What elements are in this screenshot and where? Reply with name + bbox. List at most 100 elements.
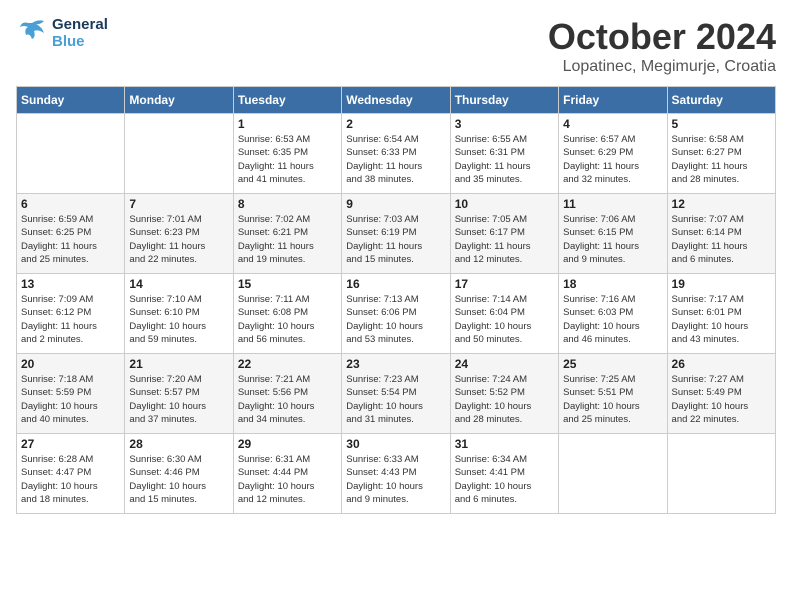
logo-text: General Blue [52, 16, 108, 50]
day-info: Sunrise: 7:03 AM Sunset: 6:19 PM Dayligh… [346, 213, 445, 266]
day-info: Sunrise: 7:14 AM Sunset: 6:04 PM Dayligh… [455, 293, 554, 346]
day-info: Sunrise: 7:13 AM Sunset: 6:06 PM Dayligh… [346, 293, 445, 346]
day-info: Sunrise: 6:55 AM Sunset: 6:31 PM Dayligh… [455, 133, 554, 186]
day-number: 3 [455, 117, 554, 131]
calendar-cell: 13 Sunrise: 7:09 AM Sunset: 6:12 PM Dayli… [17, 274, 125, 354]
weekday-header-saturday: Saturday [667, 87, 775, 114]
day-info: Sunrise: 7:25 AM Sunset: 5:51 PM Dayligh… [563, 373, 662, 426]
day-info: Sunrise: 7:11 AM Sunset: 6:08 PM Dayligh… [238, 293, 337, 346]
day-number: 30 [346, 437, 445, 451]
day-number: 4 [563, 117, 662, 131]
day-number: 14 [129, 277, 228, 291]
calendar-cell: 29 Sunrise: 6:31 AM Sunset: 4:44 PM Dayli… [233, 434, 341, 514]
weekday-header-friday: Friday [559, 87, 667, 114]
day-info: Sunrise: 6:57 AM Sunset: 6:29 PM Dayligh… [563, 133, 662, 186]
day-info: Sunrise: 7:23 AM Sunset: 5:54 PM Dayligh… [346, 373, 445, 426]
day-number: 1 [238, 117, 337, 131]
calendar-cell: 17Sunrise: 7:14 AM Sunset: 6:04 PM Dayli… [450, 274, 558, 354]
day-number: 13 [21, 277, 120, 291]
calendar-cell: 4 Sunrise: 6:57 AM Sunset: 6:29 PM Daylig… [559, 114, 667, 194]
calendar-cell: 2 Sunrise: 6:54 AM Sunset: 6:33 PM Daylig… [342, 114, 450, 194]
day-info: Sunrise: 7:18 AM Sunset: 5:59 PM Dayligh… [21, 373, 120, 426]
day-number: 10 [455, 197, 554, 211]
calendar-table: SundayMondayTuesdayWednesdayThursdayFrid… [16, 86, 776, 514]
calendar-cell: 24 Sunrise: 7:24 AM Sunset: 5:52 PM Dayli… [450, 354, 558, 434]
calendar-cell: 27 Sunrise: 6:28 AM Sunset: 4:47 PM Dayli… [17, 434, 125, 514]
calendar-cell [125, 114, 233, 194]
calendar-cell [667, 434, 775, 514]
location-title: Lopatinec, Megimurje, Croatia [548, 58, 776, 76]
day-number: 16 [346, 277, 445, 291]
calendar-cell: 5 Sunrise: 6:58 AM Sunset: 6:27 PM Daylig… [667, 114, 775, 194]
day-number: 24 [455, 357, 554, 371]
calendar-cell: 6 Sunrise: 6:59 AM Sunset: 6:25 PM Daylig… [17, 194, 125, 274]
day-number: 25 [563, 357, 662, 371]
day-info: Sunrise: 7:01 AM Sunset: 6:23 PM Dayligh… [129, 213, 228, 266]
day-number: 23 [346, 357, 445, 371]
day-number: 2 [346, 117, 445, 131]
calendar-cell: 25 Sunrise: 7:25 AM Sunset: 5:51 PM Dayli… [559, 354, 667, 434]
day-info: Sunrise: 7:20 AM Sunset: 5:57 PM Dayligh… [129, 373, 228, 426]
day-info: Sunrise: 6:30 AM Sunset: 4:46 PM Dayligh… [129, 453, 228, 506]
calendar-week-row: 13 Sunrise: 7:09 AM Sunset: 6:12 PM Dayli… [17, 274, 776, 354]
calendar-cell: 14Sunrise: 7:10 AM Sunset: 6:10 PM Dayli… [125, 274, 233, 354]
month-title: October 2024 [548, 16, 776, 58]
calendar-cell: 12 Sunrise: 7:07 AM Sunset: 6:14 PM Dayli… [667, 194, 775, 274]
calendar-cell: 23 Sunrise: 7:23 AM Sunset: 5:54 PM Dayli… [342, 354, 450, 434]
day-number: 20 [21, 357, 120, 371]
day-info: Sunrise: 7:02 AM Sunset: 6:21 PM Dayligh… [238, 213, 337, 266]
calendar-cell: 9Sunrise: 7:03 AM Sunset: 6:19 PM Daylig… [342, 194, 450, 274]
day-info: Sunrise: 6:31 AM Sunset: 4:44 PM Dayligh… [238, 453, 337, 506]
day-number: 28 [129, 437, 228, 451]
day-number: 21 [129, 357, 228, 371]
calendar-cell: 22 Sunrise: 7:21 AM Sunset: 5:56 PM Dayli… [233, 354, 341, 434]
calendar-week-row: 20 Sunrise: 7:18 AM Sunset: 5:59 PM Dayli… [17, 354, 776, 434]
day-info: Sunrise: 7:16 AM Sunset: 6:03 PM Dayligh… [563, 293, 662, 346]
calendar-cell [17, 114, 125, 194]
day-number: 8 [238, 197, 337, 211]
day-number: 6 [21, 197, 120, 211]
day-info: Sunrise: 6:33 AM Sunset: 4:43 PM Dayligh… [346, 453, 445, 506]
day-info: Sunrise: 7:21 AM Sunset: 5:56 PM Dayligh… [238, 373, 337, 426]
day-number: 29 [238, 437, 337, 451]
title-block: October 2024 Lopatinec, Megimurje, Croat… [548, 16, 776, 76]
calendar-cell: 28 Sunrise: 6:30 AM Sunset: 4:46 PM Dayli… [125, 434, 233, 514]
day-info: Sunrise: 6:59 AM Sunset: 6:25 PM Dayligh… [21, 213, 120, 266]
weekday-header-monday: Monday [125, 87, 233, 114]
day-info: Sunrise: 7:05 AM Sunset: 6:17 PM Dayligh… [455, 213, 554, 266]
calendar-cell: 19Sunrise: 7:17 AM Sunset: 6:01 PM Dayli… [667, 274, 775, 354]
day-info: Sunrise: 7:09 AM Sunset: 6:12 PM Dayligh… [21, 293, 120, 346]
day-number: 5 [672, 117, 771, 131]
calendar-cell: 30 Sunrise: 6:33 AM Sunset: 4:43 PM Dayli… [342, 434, 450, 514]
day-number: 15 [238, 277, 337, 291]
day-info: Sunrise: 6:28 AM Sunset: 4:47 PM Dayligh… [21, 453, 120, 506]
day-info: Sunrise: 6:58 AM Sunset: 6:27 PM Dayligh… [672, 133, 771, 186]
calendar-cell: 20 Sunrise: 7:18 AM Sunset: 5:59 PM Dayli… [17, 354, 125, 434]
day-info: Sunrise: 6:34 AM Sunset: 4:41 PM Dayligh… [455, 453, 554, 506]
day-info: Sunrise: 7:06 AM Sunset: 6:15 PM Dayligh… [563, 213, 662, 266]
day-number: 18 [563, 277, 662, 291]
weekday-header-row: SundayMondayTuesdayWednesdayThursdayFrid… [17, 87, 776, 114]
calendar-week-row: 1 Sunrise: 6:53 AM Sunset: 6:35 PM Daylig… [17, 114, 776, 194]
calendar-cell: 31Sunrise: 6:34 AM Sunset: 4:41 PM Dayli… [450, 434, 558, 514]
calendar-cell: 18 Sunrise: 7:16 AM Sunset: 6:03 PM Dayli… [559, 274, 667, 354]
day-number: 12 [672, 197, 771, 211]
calendar-cell: 11Sunrise: 7:06 AM Sunset: 6:15 PM Dayli… [559, 194, 667, 274]
day-info: Sunrise: 7:24 AM Sunset: 5:52 PM Dayligh… [455, 373, 554, 426]
calendar-cell: 1 Sunrise: 6:53 AM Sunset: 6:35 PM Daylig… [233, 114, 341, 194]
day-info: Sunrise: 7:27 AM Sunset: 5:49 PM Dayligh… [672, 373, 771, 426]
calendar-cell: 16 Sunrise: 7:13 AM Sunset: 6:06 PM Dayli… [342, 274, 450, 354]
day-info: Sunrise: 6:54 AM Sunset: 6:33 PM Dayligh… [346, 133, 445, 186]
page-header: General Blue October 2024 Lopatinec, Meg… [16, 16, 776, 76]
weekday-header-tuesday: Tuesday [233, 87, 341, 114]
day-info: Sunrise: 7:07 AM Sunset: 6:14 PM Dayligh… [672, 213, 771, 266]
calendar-cell: 10 Sunrise: 7:05 AM Sunset: 6:17 PM Dayli… [450, 194, 558, 274]
calendar-cell: 15 Sunrise: 7:11 AM Sunset: 6:08 PM Dayli… [233, 274, 341, 354]
calendar-cell [559, 434, 667, 514]
day-number: 22 [238, 357, 337, 371]
logo: General Blue [16, 16, 108, 50]
calendar-cell: 7Sunrise: 7:01 AM Sunset: 6:23 PM Daylig… [125, 194, 233, 274]
day-info: Sunrise: 6:53 AM Sunset: 6:35 PM Dayligh… [238, 133, 337, 186]
day-number: 27 [21, 437, 120, 451]
calendar-week-row: 6 Sunrise: 6:59 AM Sunset: 6:25 PM Daylig… [17, 194, 776, 274]
